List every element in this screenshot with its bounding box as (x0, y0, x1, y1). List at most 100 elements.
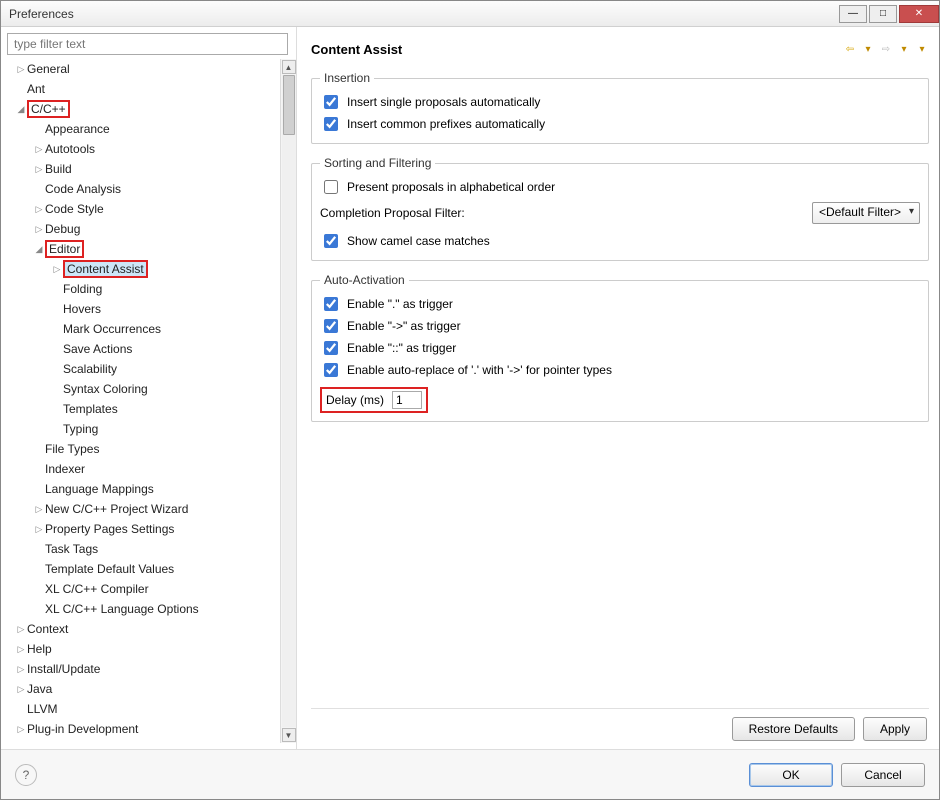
delay-input[interactable] (392, 391, 422, 409)
tree-item-label: LLVM (27, 702, 57, 716)
expander-icon[interactable]: ◢ (15, 104, 27, 115)
tree-item-hovers[interactable]: Hovers (7, 299, 278, 319)
expander-icon[interactable]: ▷ (33, 164, 45, 175)
tree-item-install-update[interactable]: ▷Install/Update (7, 659, 278, 679)
page-footer: Restore Defaults Apply (311, 708, 929, 741)
minimize-button[interactable]: — (839, 5, 867, 23)
sorting-legend: Sorting and Filtering (320, 156, 435, 170)
tree-item-syntax-coloring[interactable]: Syntax Coloring (7, 379, 278, 399)
tree-item-autotools[interactable]: ▷Autotools (7, 139, 278, 159)
tree-item-build[interactable]: ▷Build (7, 159, 278, 179)
tree-item-ant[interactable]: Ant (7, 79, 278, 99)
ok-button[interactable]: OK (749, 763, 833, 787)
window-buttons: — □ ✕ (837, 5, 939, 23)
tree-item-label: Build (45, 162, 72, 176)
tree-item-templates[interactable]: Templates (7, 399, 278, 419)
close-button[interactable]: ✕ (899, 5, 939, 23)
tree-item-label: C/C++ (27, 100, 70, 118)
tree-item-code-analysis[interactable]: Code Analysis (7, 179, 278, 199)
alphabetical-checkbox[interactable] (324, 180, 338, 194)
tree-item-new-c-c-project-wizard[interactable]: ▷New C/C++ Project Wizard (7, 499, 278, 519)
tree-item-folding[interactable]: Folding (7, 279, 278, 299)
autoreplace-checkbox[interactable] (324, 363, 338, 377)
dot-trigger-checkbox[interactable] (324, 297, 338, 311)
tree-item-task-tags[interactable]: Task Tags (7, 539, 278, 559)
insert-single-label: Insert single proposals automatically (347, 95, 540, 109)
menu-icon[interactable]: ▾ (915, 42, 929, 56)
tree-item-llvm[interactable]: LLVM (7, 699, 278, 719)
nav-tree[interactable]: ▷GeneralAnt◢C/C++Appearance▷Autotools▷Bu… (7, 59, 280, 743)
tree-item-language-mappings[interactable]: Language Mappings (7, 479, 278, 499)
expander-icon[interactable]: ▷ (33, 504, 45, 515)
expander-icon[interactable]: ◢ (33, 244, 45, 255)
tree-item-content-assist[interactable]: ▷Content Assist (7, 259, 278, 279)
tree-item-mark-occurrences[interactable]: Mark Occurrences (7, 319, 278, 339)
delay-label: Delay (ms) (326, 393, 384, 407)
tree-item-label: Folding (63, 282, 102, 296)
tree-scrollbar[interactable]: ▲ ▼ (280, 59, 296, 743)
cancel-button[interactable]: Cancel (841, 763, 925, 787)
insert-common-checkbox[interactable] (324, 117, 338, 131)
back-icon[interactable]: ⇦ (843, 42, 857, 56)
scroll-thumb[interactable] (283, 75, 295, 135)
tree-item-label: Install/Update (27, 662, 100, 676)
back-menu-icon[interactable]: ▾ (861, 42, 875, 56)
tree-item-file-types[interactable]: File Types (7, 439, 278, 459)
tree-item-appearance[interactable]: Appearance (7, 119, 278, 139)
insert-single-checkbox[interactable] (324, 95, 338, 109)
expander-icon[interactable]: ▷ (15, 64, 27, 75)
proposal-filter-value: <Default Filter> (819, 205, 901, 219)
tree-item-save-actions[interactable]: Save Actions (7, 339, 278, 359)
proposal-filter-combo[interactable]: <Default Filter> (812, 202, 920, 224)
tree-item-label: XL C/C++ Language Options (45, 602, 199, 616)
insert-single-row: Insert single proposals automatically (320, 91, 920, 113)
help-icon[interactable]: ? (15, 764, 37, 786)
tree-item-context[interactable]: ▷Context (7, 619, 278, 639)
tree-item-plug-in-development[interactable]: ▷Plug-in Development (7, 719, 278, 739)
tree-item-label: File Types (45, 442, 99, 456)
tree-item-xl-c-c-compiler[interactable]: XL C/C++ Compiler (7, 579, 278, 599)
scroll-track[interactable] (282, 75, 296, 727)
tree-item-template-default-values[interactable]: Template Default Values (7, 559, 278, 579)
expander-icon[interactable]: ▷ (15, 684, 27, 695)
tree-item-label: Plug-in Development (27, 722, 138, 736)
tree-item-indexer[interactable]: Indexer (7, 459, 278, 479)
expander-icon[interactable]: ▷ (15, 644, 27, 655)
colon-trigger-checkbox[interactable] (324, 341, 338, 355)
tree-item-debug[interactable]: ▷Debug (7, 219, 278, 239)
expander-icon[interactable]: ▷ (15, 664, 27, 675)
tree-item-typing[interactable]: Typing (7, 419, 278, 439)
tree-item-editor[interactable]: ◢Editor (7, 239, 278, 259)
maximize-button[interactable]: □ (869, 5, 897, 23)
tree-item-label: Template Default Values (45, 562, 174, 576)
forward-menu-icon[interactable]: ▾ (897, 42, 911, 56)
apply-button[interactable]: Apply (863, 717, 927, 741)
tree-item-code-style[interactable]: ▷Code Style (7, 199, 278, 219)
forward-icon[interactable]: ⇨ (879, 42, 893, 56)
tree-item-c-c-[interactable]: ◢C/C++ (7, 99, 278, 119)
tree-item-java[interactable]: ▷Java (7, 679, 278, 699)
tree-item-label: Context (27, 622, 68, 636)
tree-item-xl-c-c-language-options[interactable]: XL C/C++ Language Options (7, 599, 278, 619)
expander-icon[interactable]: ▷ (33, 144, 45, 155)
tree-item-property-pages-settings[interactable]: ▷Property Pages Settings (7, 519, 278, 539)
scroll-up-button[interactable]: ▲ (282, 60, 296, 74)
expander-icon[interactable]: ▷ (33, 524, 45, 535)
filter-box (7, 33, 288, 55)
expander-icon[interactable]: ▷ (15, 724, 27, 735)
colon-trigger-row: Enable "::" as trigger (320, 337, 920, 359)
delay-highlight: Delay (ms) (320, 387, 428, 413)
expander-icon[interactable]: ▷ (51, 264, 63, 275)
restore-defaults-button[interactable]: Restore Defaults (732, 717, 855, 741)
expander-icon[interactable]: ▷ (33, 224, 45, 235)
tree-item-scalability[interactable]: Scalability (7, 359, 278, 379)
tree-item-general[interactable]: ▷General (7, 59, 278, 79)
tree-item-help[interactable]: ▷Help (7, 639, 278, 659)
scroll-down-button[interactable]: ▼ (282, 728, 296, 742)
expander-icon[interactable]: ▷ (15, 624, 27, 635)
camelcase-checkbox[interactable] (324, 234, 338, 248)
filter-input[interactable] (7, 33, 288, 55)
expander-icon[interactable]: ▷ (33, 204, 45, 215)
arrow-trigger-checkbox[interactable] (324, 319, 338, 333)
tree-item-label: Save Actions (63, 342, 132, 356)
